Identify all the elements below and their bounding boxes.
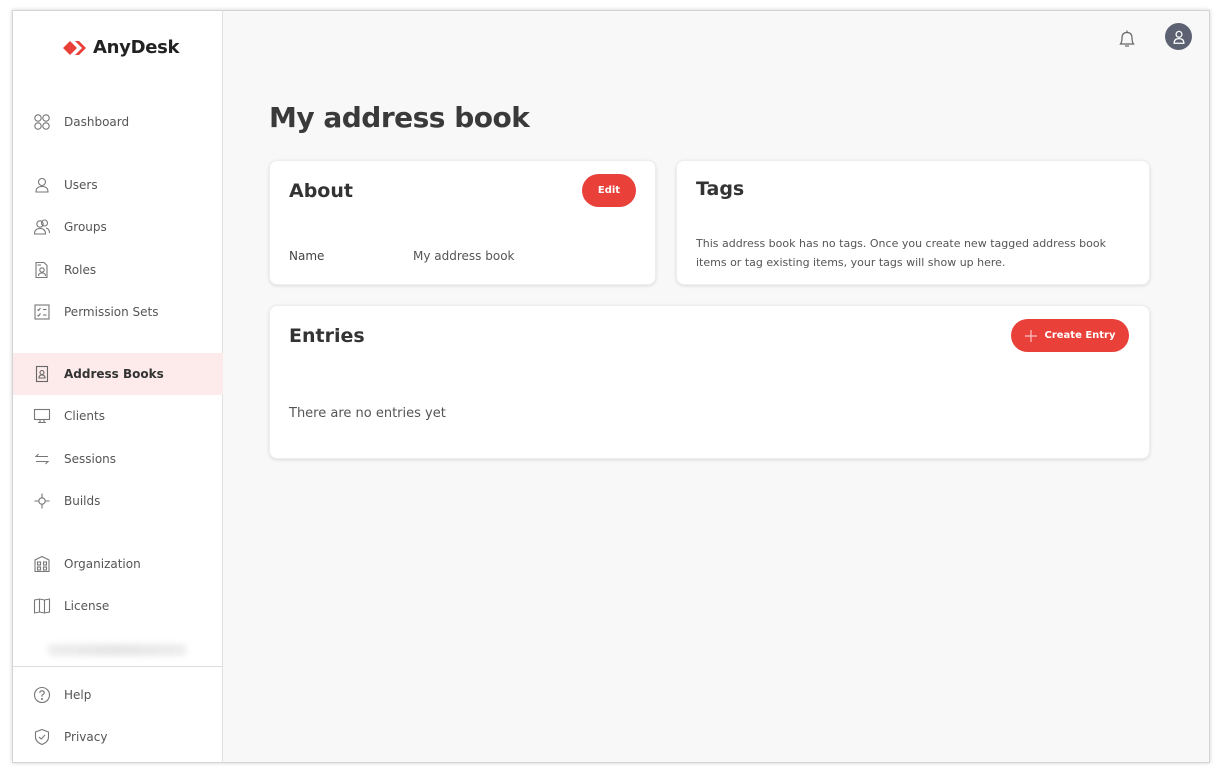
entries-empty-text: There are no entries yet — [289, 406, 446, 421]
sidebar-divider — [13, 666, 223, 667]
brand-name: AnyDesk — [93, 37, 180, 58]
dashboard-icon — [33, 113, 51, 131]
sidebar-item-groups[interactable]: Groups — [13, 206, 223, 248]
sidebar-item-label: Permission Sets — [64, 305, 159, 319]
sidebar-item-builds[interactable]: Builds — [13, 480, 223, 522]
sidebar-item-label: Users — [64, 178, 98, 192]
sidebar-item-help[interactable]: Help — [13, 674, 223, 716]
sidebar-item-sessions[interactable]: Sessions — [13, 438, 223, 480]
address-book-icon — [33, 365, 51, 383]
tags-title: Tags — [696, 178, 745, 200]
sidebar-item-label: License — [64, 599, 110, 613]
sidebar-item-organization[interactable]: Organization — [13, 543, 223, 585]
users-icon — [33, 218, 51, 236]
sidebar-item-label: Dashboard — [64, 115, 130, 129]
edit-button[interactable]: Edit — [582, 174, 636, 207]
sidebar-item-label: Organization — [64, 557, 141, 571]
help-icon — [33, 686, 51, 704]
sidebar-item-dashboard[interactable]: Dashboard — [13, 101, 223, 143]
name-value: My address book — [413, 249, 515, 263]
entries-title: Entries — [289, 325, 365, 347]
user-avatar-icon[interactable] — [1165, 23, 1192, 50]
page-title: My address book — [269, 101, 530, 134]
about-card: About Edit Name My address book — [269, 160, 656, 285]
build-icon — [33, 492, 51, 510]
sidebar-item-clients[interactable]: Clients — [13, 395, 223, 437]
user-icon — [33, 176, 51, 194]
building-icon — [33, 555, 51, 573]
monitor-icon — [33, 407, 51, 425]
anydesk-logo[interactable]: AnyDesk — [61, 37, 180, 58]
sidebar-item-roles[interactable]: Roles — [13, 249, 223, 291]
tags-empty-text: This address book has no tags. Once you … — [696, 237, 1106, 269]
sidebar-item-label: Builds — [64, 494, 101, 508]
sidebar-item-license[interactable]: License — [13, 585, 223, 627]
sidebar-item-label: Roles — [64, 263, 97, 277]
blurred-account-info — [47, 644, 187, 656]
sidebar-item-label: Clients — [64, 409, 105, 423]
sidebar: AnyDesk Dashboard Users Groups Roles Per… — [13, 11, 223, 762]
checklist-icon — [33, 303, 51, 321]
sidebar-item-address-books[interactable]: Address Books — [13, 353, 223, 395]
tags-card: Tags This address book has no tags. Once… — [676, 160, 1150, 285]
plus-icon — [1025, 329, 1038, 342]
name-label: Name — [289, 249, 325, 263]
create-entry-label: Create Entry — [1044, 330, 1116, 341]
bell-icon[interactable] — [1114, 25, 1140, 51]
sidebar-item-label: Groups — [64, 220, 107, 234]
sidebar-item-label: Help — [64, 688, 92, 702]
role-icon — [33, 261, 51, 279]
sidebar-item-label: Privacy — [64, 730, 108, 744]
shield-icon — [33, 728, 51, 746]
anydesk-logo-icon — [63, 40, 86, 55]
create-entry-button[interactable]: Create Entry — [1011, 319, 1129, 352]
sidebar-item-privacy[interactable]: Privacy — [13, 716, 223, 758]
app-window: AnyDesk Dashboard Users Groups Roles Per… — [12, 10, 1210, 763]
sidebar-item-label: Sessions — [64, 452, 117, 466]
main-content: My address book About Edit Name My addre… — [224, 11, 1209, 762]
about-title: About — [289, 180, 353, 202]
sidebar-item-label: Address Books — [64, 367, 164, 381]
entries-card: Entries Create Entry There are no entrie… — [269, 305, 1150, 459]
arrows-icon — [33, 450, 51, 468]
sidebar-item-permission-sets[interactable]: Permission Sets — [13, 291, 223, 333]
sidebar-item-users[interactable]: Users — [13, 164, 223, 206]
book-icon — [33, 597, 51, 615]
